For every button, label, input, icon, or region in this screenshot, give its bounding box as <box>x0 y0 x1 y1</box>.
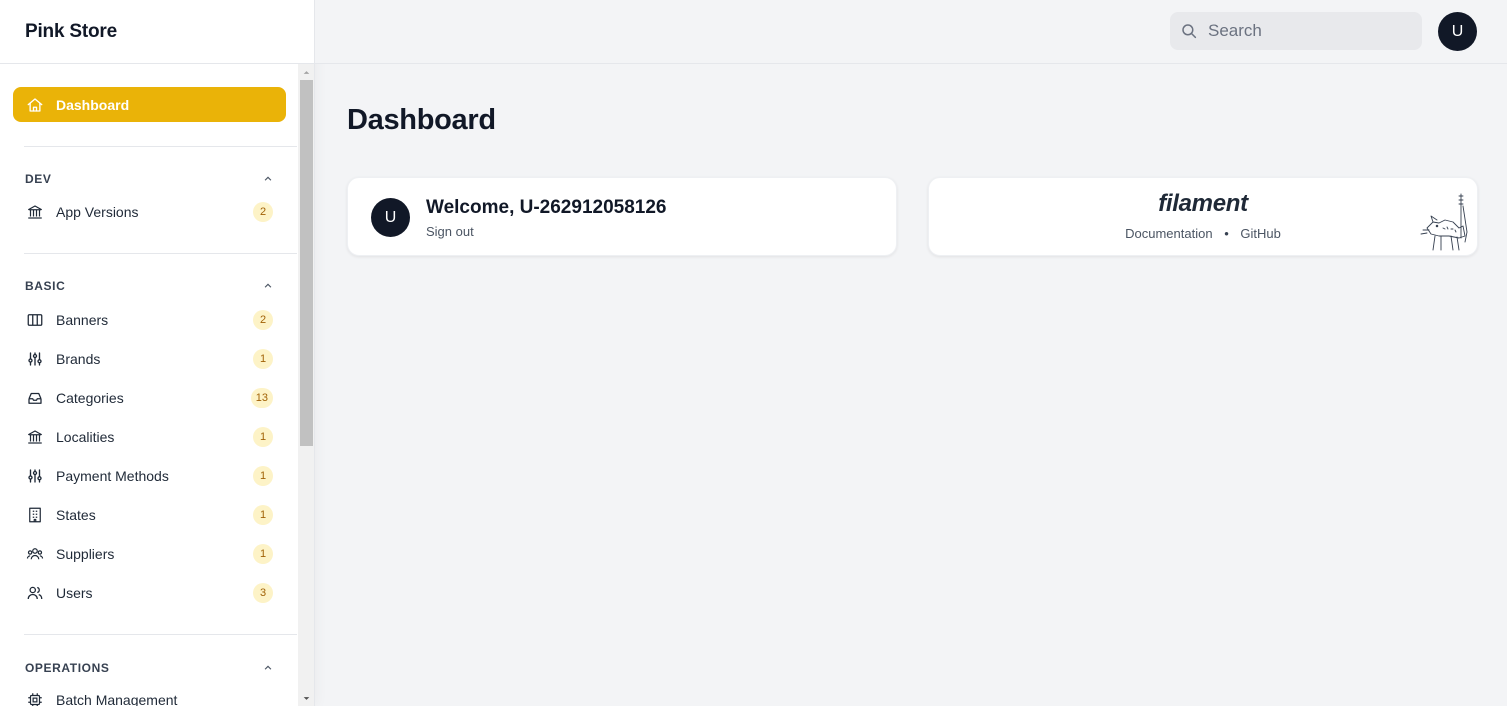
sidebar-item-suppliers[interactable]: Suppliers 1 <box>13 536 286 571</box>
count-badge: 13 <box>250 387 273 408</box>
brand-bar: Pink Store <box>0 0 314 64</box>
sidebar-item-label: Localities <box>56 428 115 445</box>
sidebar-item-label: Brands <box>56 350 101 367</box>
github-link[interactable]: GitHub <box>1240 226 1280 241</box>
sidebar-item-batch-management[interactable]: Batch Management <box>13 682 286 706</box>
sidebar-item-banners[interactable]: Banners 2 <box>13 302 286 337</box>
count-badge: 2 <box>253 309 273 330</box>
count-badge: 1 <box>253 543 273 564</box>
sidebar-nav: Dashboard DEV App Versions 2 BASIC Banne… <box>0 64 298 706</box>
inbox-stack-icon <box>25 388 45 408</box>
sidebar-item-label: Suppliers <box>56 545 115 562</box>
sidebar-item-app-versions[interactable]: App Versions 2 <box>13 194 286 229</box>
cpu-chip-icon <box>25 690 45 706</box>
group-label-operations: OPERATIONS <box>25 661 110 675</box>
divider <box>24 634 297 635</box>
search-input[interactable] <box>1208 21 1408 41</box>
chevron-up-icon[interactable] <box>262 173 274 185</box>
count-badge: 1 <box>253 348 273 369</box>
adjustments-icon <box>25 349 45 369</box>
adjustments-icon <box>25 466 45 486</box>
search-icon <box>1180 22 1208 40</box>
group-label-dev: DEV <box>25 172 52 186</box>
sidebar-item-localities[interactable]: Localities 1 <box>13 419 286 454</box>
sidebar-item-brands[interactable]: Brands 1 <box>13 341 286 376</box>
divider <box>24 146 297 147</box>
user-avatar[interactable]: U <box>1438 12 1477 51</box>
count-badge: 1 <box>253 465 273 486</box>
sign-out-link[interactable]: Sign out <box>426 224 474 239</box>
view-columns-icon <box>25 310 45 330</box>
filament-info-widget: filament Documentation • GitHub <box>928 177 1478 256</box>
sidebar-item-dashboard[interactable]: Dashboard <box>13 87 286 122</box>
scrollbar-thumb[interactable] <box>300 80 313 446</box>
avatar: U <box>371 198 410 237</box>
users-icon <box>25 583 45 603</box>
filament-logo: filament <box>1158 190 1248 217</box>
count-badge: 2 <box>253 201 273 222</box>
documentation-link[interactable]: Documentation <box>1125 226 1212 241</box>
sidebar-item-label: Payment Methods <box>56 467 169 484</box>
sidebar-item-label: Categories <box>56 389 124 406</box>
topbar: U <box>315 0 1507 64</box>
sidebar-item-payment-methods[interactable]: Payment Methods 1 <box>13 458 286 493</box>
search-box[interactable] <box>1170 12 1422 50</box>
sidebar-item-users[interactable]: Users 3 <box>13 575 286 610</box>
mascot-illustration <box>1420 193 1468 251</box>
user-group-icon <box>25 544 45 564</box>
scroll-up-arrow-icon[interactable] <box>298 64 314 80</box>
sidebar: Pink Store Dashboard DEV App Versions 2 … <box>0 0 315 706</box>
sidebar-item-label: States <box>56 506 96 523</box>
count-badge: 1 <box>253 426 273 447</box>
building-library-icon <box>25 202 45 222</box>
count-badge: 3 <box>253 582 273 603</box>
welcome-heading: Welcome, U-262912058126 <box>426 197 667 218</box>
divider <box>24 253 297 254</box>
sidebar-scrollbar[interactable] <box>298 64 314 706</box>
sidebar-item-label: Banners <box>56 311 109 328</box>
brand-name[interactable]: Pink Store <box>25 21 117 43</box>
sidebar-item-label: App Versions <box>56 203 139 220</box>
home-icon <box>25 95 45 115</box>
chevron-up-icon[interactable] <box>262 662 274 674</box>
link-separator: • <box>1224 226 1229 241</box>
sidebar-item-categories[interactable]: Categories 13 <box>13 380 286 415</box>
filament-links: Documentation • GitHub <box>929 226 1477 241</box>
count-badge: 1 <box>253 504 273 525</box>
building-office-icon <box>25 505 45 525</box>
sidebar-item-states[interactable]: States 1 <box>13 497 286 532</box>
sidebar-item-label: Users <box>56 584 93 601</box>
account-widget: U Welcome, U-262912058126 Sign out <box>347 177 897 256</box>
building-library-icon <box>25 427 45 447</box>
sidebar-item-label: Batch Management <box>56 691 178 706</box>
sidebar-item-label: Dashboard <box>56 96 130 113</box>
page-title: Dashboard <box>347 104 496 136</box>
scroll-down-arrow-icon[interactable] <box>298 690 314 706</box>
group-label-basic: BASIC <box>25 279 66 293</box>
chevron-up-icon[interactable] <box>262 280 274 292</box>
